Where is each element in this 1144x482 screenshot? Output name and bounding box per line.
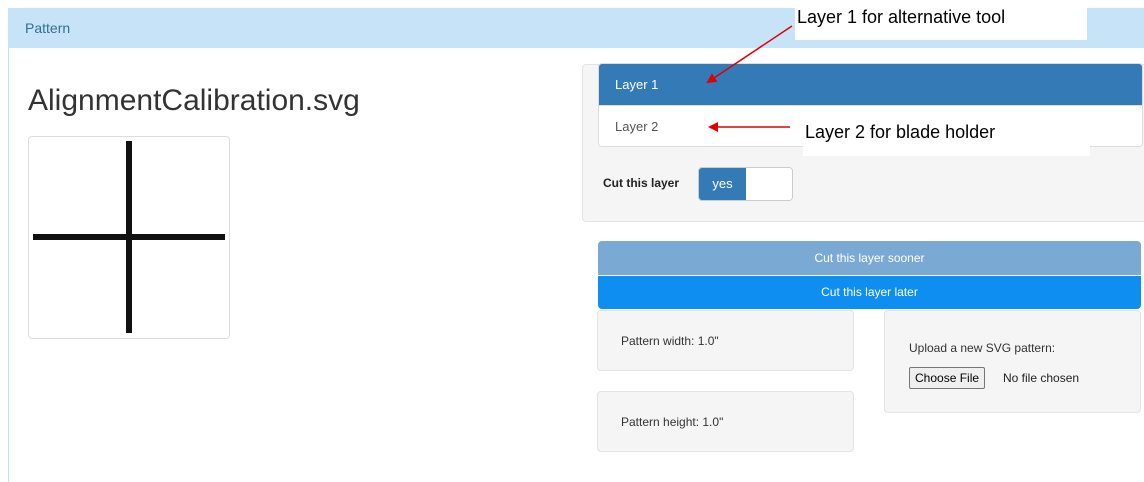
annotation-layer2: Layer 2 for blade holder [803,112,1090,156]
upload-well: Upload a new SVG pattern: Choose File No… [884,310,1141,413]
pattern-height-text: Pattern height: 1.0" [621,415,724,429]
upload-label: Upload a new SVG pattern: [909,341,1056,355]
pattern-preview [28,136,230,339]
layer-item-1[interactable]: Layer 1 [599,64,1142,105]
pattern-height-well: Pattern height: 1.0" [597,391,854,452]
pattern-width-text: Pattern width: 1.0" [621,334,719,348]
toggle-handle [746,168,792,200]
cut-sooner-button[interactable]: Cut this layer sooner [598,241,1141,275]
cut-layer-toggle[interactable]: yes [698,167,793,201]
toggle-on-label: yes [699,168,746,200]
choose-file-button[interactable]: Choose File [909,367,986,389]
file-title: AlignmentCalibration.svg [28,84,360,117]
file-status: No file chosen [1003,371,1080,385]
pattern-width-well: Pattern width: 1.0" [597,310,854,371]
cut-layer-label: Cut this layer [603,176,680,190]
cut-later-button[interactable]: Cut this layer later [598,276,1141,309]
annotation-layer1: Layer 1 for alternative tool [795,0,1087,40]
